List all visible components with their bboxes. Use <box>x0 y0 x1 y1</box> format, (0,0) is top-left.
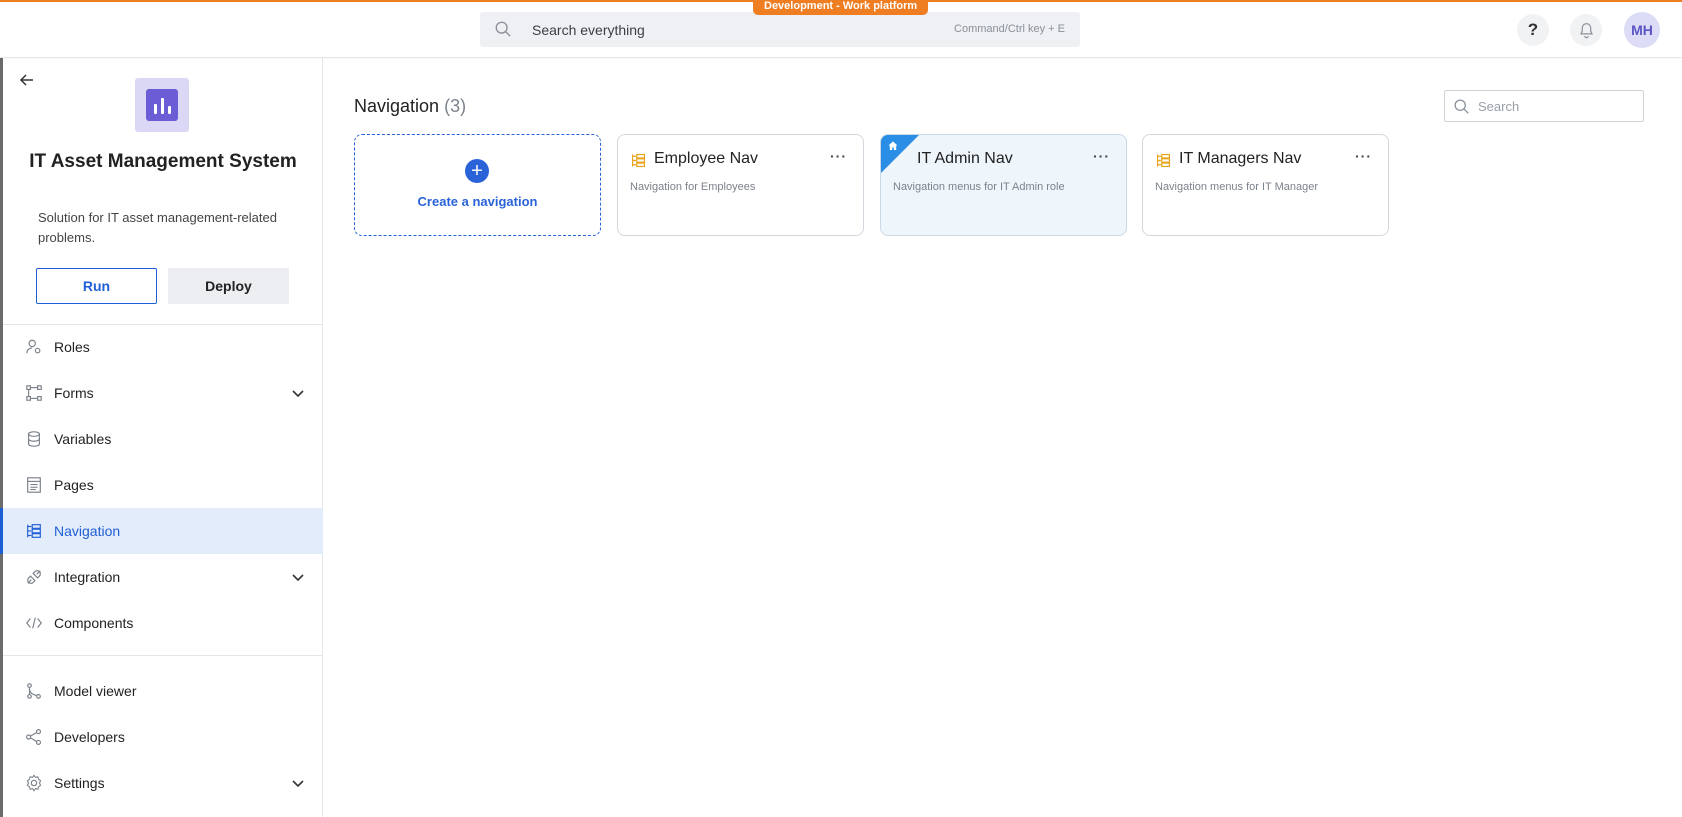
navigation-icon <box>27 524 41 538</box>
navigation-icon <box>1156 153 1171 168</box>
sidebar-item-label: Developers <box>54 729 125 745</box>
app-description: Solution for IT asset management-related… <box>38 210 277 245</box>
search-icon <box>1454 99 1469 114</box>
card-description: Navigation for Employees <box>630 181 756 193</box>
sidebar-item-forms[interactable]: Forms <box>3 370 323 416</box>
help-icon: ? <box>1527 20 1539 39</box>
divider <box>3 655 323 656</box>
navigation-card-it-admin[interactable]: IT Admin Nav ··· Navigation menus for IT… <box>880 134 1127 236</box>
notifications-button[interactable] <box>1570 14 1602 46</box>
create-navigation-label: Create a navigation <box>417 194 538 209</box>
sidebar-item-pages[interactable]: Pages <box>3 462 323 508</box>
sidebar-item-developers[interactable]: Developers <box>3 714 323 760</box>
run-button[interactable]: Run <box>36 268 157 304</box>
sidebar-item-label: Components <box>54 615 134 631</box>
navigation-icon <box>631 153 646 168</box>
card-description: Navigation menus for IT Admin role <box>893 181 1065 193</box>
sidebar-item-label: Variables <box>54 431 112 447</box>
sidebar-item-navigation[interactable]: Navigation <box>0 508 323 554</box>
sidebar-item-label: Forms <box>54 385 94 401</box>
more-options-icon[interactable]: ··· <box>830 149 848 165</box>
sidebar: IT Asset Management System Solution for … <box>0 58 323 817</box>
card-title: Employee Nav <box>654 150 759 167</box>
global-search-input[interactable]: Search everything Command/Ctrl key + E <box>480 12 1080 47</box>
search-icon <box>495 21 511 37</box>
roles-icon <box>26 339 41 354</box>
forms-icon <box>26 385 42 401</box>
sidebar-item-variables[interactable]: Variables <box>3 416 323 462</box>
more-options-icon[interactable]: ··· <box>1093 149 1111 165</box>
page-title: Navigation (3) <box>354 96 466 117</box>
sidebar-item-roles[interactable]: Roles <box>3 324 323 370</box>
database-icon <box>28 431 40 447</box>
pages-icon <box>27 477 41 493</box>
gear-icon <box>26 774 42 792</box>
navigation-card-it-managers[interactable]: IT Managers Nav ··· Navigation menus for… <box>1142 134 1389 236</box>
bar-chart-icon <box>146 89 178 121</box>
help-button[interactable]: ? <box>1517 14 1549 46</box>
sidebar-item-settings[interactable]: Settings <box>3 760 323 806</box>
global-search-text: Search everything <box>532 22 645 38</box>
sidebar-item-components[interactable]: Components <box>3 600 323 646</box>
navigation-card-employee[interactable]: Employee Nav ··· Navigation for Employee… <box>617 134 864 236</box>
home-icon <box>888 141 898 150</box>
avatar[interactable]: MH <box>1624 12 1660 48</box>
create-navigation-card[interactable]: + Create a navigation <box>354 134 601 236</box>
sidebar-item-label: Settings <box>54 775 105 791</box>
sidebar-item-label: Navigation <box>54 523 121 539</box>
sidebar-item-label: Integration <box>54 569 121 585</box>
sidebar-item-integration[interactable]: Integration <box>3 554 323 600</box>
sidebar-item-label: Pages <box>54 477 94 493</box>
chevron-down-icon[interactable] <box>290 569 306 585</box>
card-title: IT Managers Nav <box>1179 150 1302 167</box>
code-icon <box>26 617 42 629</box>
card-title: IT Admin Nav <box>917 150 1013 167</box>
item-count: (3) <box>444 96 467 116</box>
back-arrow-icon[interactable] <box>17 70 37 90</box>
plus-icon: + <box>465 159 489 183</box>
chevron-down-icon[interactable] <box>290 775 306 791</box>
sidebar-item-label: Roles <box>54 339 90 355</box>
chevron-down-icon[interactable] <box>290 385 306 401</box>
card-description: Navigation menus for IT Manager <box>1155 181 1319 193</box>
app-title: IT Asset Management System <box>29 151 297 172</box>
environment-badge: Development - Work platform <box>753 0 929 15</box>
search-placeholder: Search <box>1478 99 1520 114</box>
share-icon <box>26 729 42 745</box>
page-title-text: Navigation <box>354 96 440 116</box>
search-shortcut-hint: Command/Ctrl key + E <box>954 23 1065 35</box>
integration-icon <box>27 570 41 584</box>
sidebar-item-label: Model viewer <box>54 683 137 699</box>
navigation-search-input[interactable]: Search <box>1444 90 1644 122</box>
app-logo <box>135 78 189 132</box>
main-content: Navigation (3) Search + Create a navigat… <box>323 58 1682 817</box>
sidebar-item-model-viewer[interactable]: Model viewer <box>3 668 323 714</box>
model-viewer-icon <box>27 683 41 699</box>
more-options-icon[interactable]: ··· <box>1355 149 1373 165</box>
bell-icon <box>1579 22 1593 38</box>
deploy-button[interactable]: Deploy <box>168 268 289 304</box>
